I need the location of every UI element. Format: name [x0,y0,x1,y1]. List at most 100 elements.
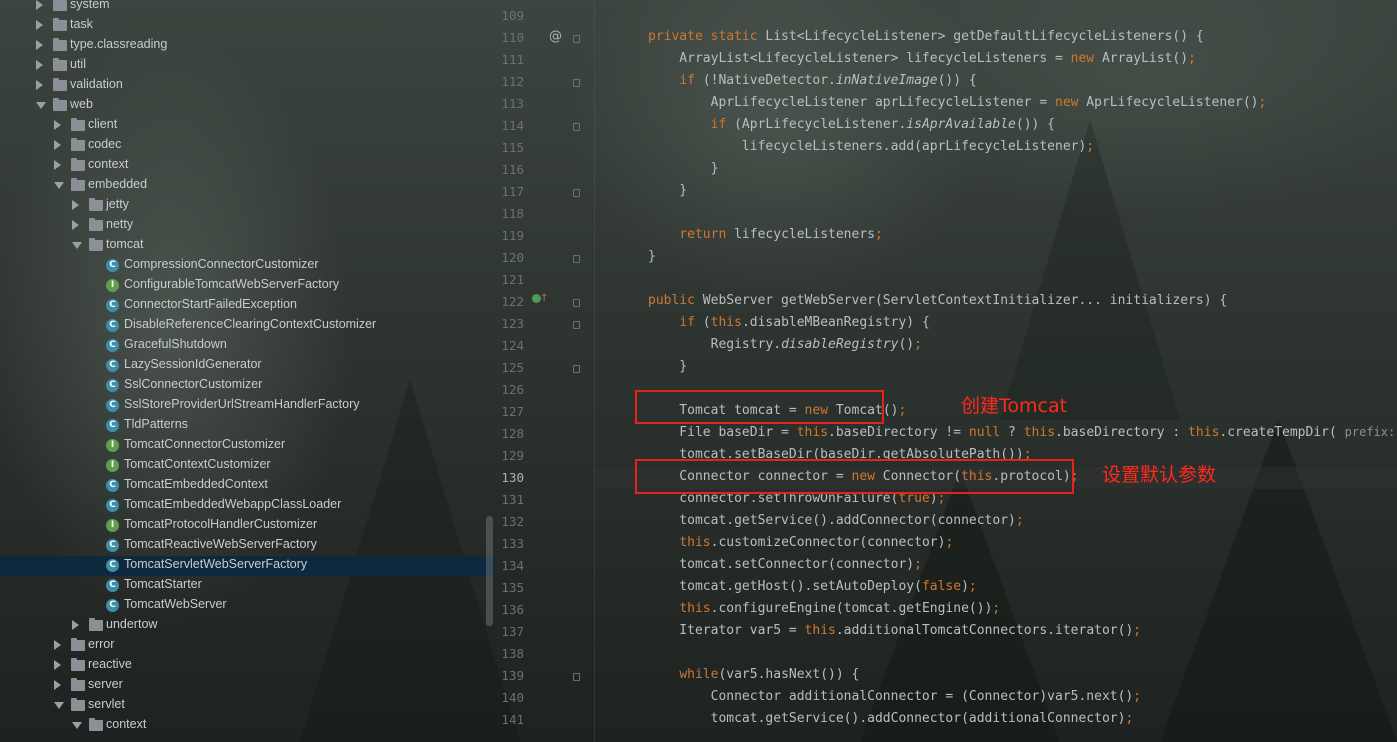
tree-folder[interactable]: context [0,156,494,176]
code-line[interactable]: } [648,249,656,264]
tree-class-item[interactable]: C SslStoreProviderUrlStreamHandlerFactory [0,396,494,416]
code-line[interactable]: } [648,359,687,374]
line-number: 140 [501,690,524,705]
code-line[interactable]: private static List<LifecycleListener> g… [648,29,1204,44]
chevron-down-icon[interactable] [54,182,64,189]
tree-class-item[interactable]: I TomcatContextCustomizer [0,456,494,476]
chevron-right-icon[interactable] [36,0,43,10]
fold-marker-icon[interactable] [573,35,580,43]
line-number: 125 [501,360,524,375]
code-line[interactable]: lifecycleListeners.add(aprLifecycleListe… [648,139,1094,154]
tree-folder[interactable]: servlet [0,696,494,716]
code-line[interactable]: } [648,161,719,176]
tree-folder[interactable]: web [0,96,494,116]
tree-folder[interactable]: task [0,16,494,36]
tree-class-item[interactable]: C TomcatEmbeddedContext [0,476,494,496]
tree-item-label: jetty [106,197,129,211]
tree-class-item[interactable]: C DisableReferenceClearingContextCustomiz… [0,316,494,336]
tree-class-item[interactable]: C TomcatWebServer [0,596,494,616]
tree-folder[interactable]: client [0,116,494,136]
chevron-right-icon[interactable] [54,140,61,150]
chevron-right-icon[interactable] [36,40,43,50]
fold-marker-icon[interactable] [573,255,580,263]
code-line[interactable]: } [648,183,687,198]
fold-marker-icon[interactable] [573,673,580,681]
chevron-right-icon[interactable] [72,620,79,630]
code-line[interactable]: if (this.disableMBeanRegistry) { [648,315,929,330]
code-line[interactable]: File baseDir = this.baseDirectory != nul… [648,425,1397,440]
chevron-right-icon[interactable] [54,680,61,690]
code-line[interactable]: Connector additionalConnector = (Connect… [648,689,1141,704]
code-line[interactable]: tomcat.getService().addConnector(additio… [648,711,1134,726]
code-line[interactable]: Iterator var5 = this.additionalTomcatCon… [648,623,1141,638]
folder-icon [71,178,85,191]
code-editor[interactable]: 109 110 111 112 113 114 115 116 117 118 119 120 121 1… [496,0,1397,742]
line-number: 117 [501,184,524,199]
project-panel: system task type.classreading util validatio… [0,0,494,742]
chevron-right-icon[interactable] [36,20,43,30]
tree-class-item[interactable]: I ConfigurableTomcatWebServerFactory [0,276,494,296]
chevron-right-icon[interactable] [54,660,61,670]
code-line[interactable]: AprLifecycleListener aprLifecycleListene… [648,95,1267,110]
code-line[interactable]: if (AprLifecycleListener.isAprAvailable(… [648,117,1055,132]
tree-class-item[interactable]: C GracefulShutdown [0,336,494,356]
code-line[interactable]: Registry.disableRegistry(); [648,337,922,352]
chevron-right-icon[interactable] [72,200,79,210]
tree-folder[interactable]: codec [0,136,494,156]
tree-folder[interactable]: reactive [0,656,494,676]
code-line[interactable]: return lifecycleListeners; [648,227,883,242]
tree-folder[interactable]: tomcat [0,236,494,256]
tree-folder[interactable]: util [0,56,494,76]
chevron-right-icon[interactable] [54,160,61,170]
chevron-right-icon[interactable] [72,220,79,230]
tree-folder[interactable]: context [0,716,494,736]
fold-marker-icon[interactable] [573,321,580,329]
fold-marker-icon[interactable] [573,365,580,373]
tree-class-item[interactable]: C CompressionConnectorCustomizer [0,256,494,276]
tree-folder[interactable]: type.classreading [0,36,494,56]
code-line[interactable]: tomcat.getService().addConnector(connect… [648,513,1023,528]
chevron-down-icon[interactable] [36,102,46,109]
tree-class-item[interactable]: C TomcatServletWebServerFactory [0,556,494,576]
fold-marker-icon[interactable] [573,79,580,87]
line-number: 139 [501,668,524,683]
chevron-right-icon[interactable] [54,640,61,650]
code-line[interactable]: tomcat.getHost().setAutoDeploy(false); [648,579,976,594]
code-line[interactable]: ArrayList<LifecycleListener> lifecycleLi… [648,51,1196,66]
tree-class-item[interactable]: C TldPatterns [0,416,494,436]
tree-folder[interactable]: embedded [0,176,494,196]
chevron-right-icon[interactable] [36,60,43,70]
fold-marker-icon[interactable] [573,299,580,307]
code-line[interactable]: this.customizeConnector(connector); [648,535,953,550]
override-arrow-icon[interactable]: ↑ [540,293,548,304]
tree-class-item[interactable]: C TomcatStarter [0,576,494,596]
fold-marker-icon[interactable] [573,123,580,131]
tree-class-item[interactable]: C ConnectorStartFailedException [0,296,494,316]
tree-folder[interactable]: netty [0,216,494,236]
project-scrollbar[interactable] [486,516,493,626]
tree-folder[interactable]: jetty [0,196,494,216]
tree-class-item[interactable]: C TomcatReactiveWebServerFactory [0,536,494,556]
tree-folder[interactable]: undertow [0,616,494,636]
tree-folder[interactable]: system [0,0,494,16]
fold-marker-icon[interactable] [573,189,580,197]
chevron-down-icon[interactable] [72,242,82,249]
tree-class-item[interactable]: I TomcatProtocolHandlerCustomizer [0,516,494,536]
chevron-down-icon[interactable] [72,722,82,729]
override-annotation-icon[interactable]: @ [549,29,562,44]
chevron-right-icon[interactable] [54,120,61,130]
tree-class-item[interactable]: C TomcatEmbeddedWebappClassLoader [0,496,494,516]
code-line[interactable]: tomcat.setConnector(connector); [648,557,922,572]
tree-class-item[interactable]: I TomcatConnectorCustomizer [0,436,494,456]
code-line[interactable]: this.configureEngine(tomcat.getEngine())… [648,601,1000,616]
tree-folder[interactable]: validation [0,76,494,96]
tree-class-item[interactable]: C LazySessionIdGenerator [0,356,494,376]
tree-class-item[interactable]: C SslConnectorCustomizer [0,376,494,396]
chevron-down-icon[interactable] [54,702,64,709]
chevron-right-icon[interactable] [36,80,43,90]
tree-folder[interactable]: server [0,676,494,696]
code-line[interactable]: if (!NativeDetector.inNativeImage()) { [648,73,976,88]
tree-folder[interactable]: error [0,636,494,656]
code-line[interactable]: while(var5.hasNext()) { [648,667,859,682]
code-line[interactable]: public WebServer getWebServer(ServletCon… [648,293,1227,308]
